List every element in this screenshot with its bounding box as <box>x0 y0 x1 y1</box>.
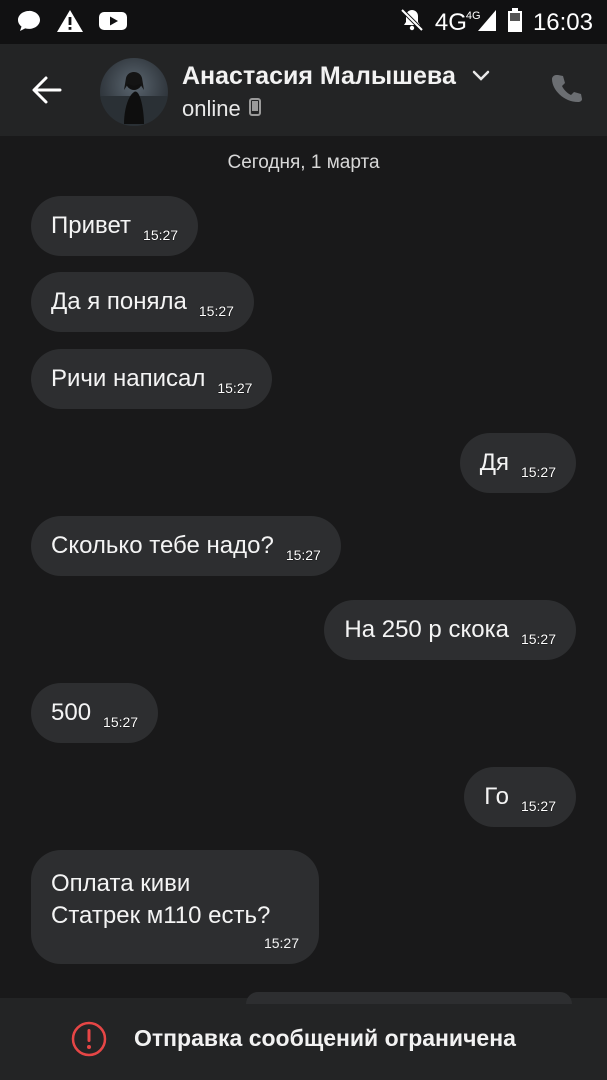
message-bubble-outgoing-partial <box>246 992 572 1004</box>
message-list[interactable]: Сегодня, 1 марта Привет 15:27 Да я поняла… <box>0 136 607 998</box>
arrow-left-icon <box>32 76 62 104</box>
youtube-icon <box>98 9 128 37</box>
message-text: На 250 р скока <box>344 616 509 643</box>
message-time: 15:27 <box>520 464 556 480</box>
message-icon <box>16 8 42 38</box>
presence-status: online <box>182 96 261 122</box>
message-text-line: Статрек м110 есть? <box>51 902 271 929</box>
message-time: 15:27 <box>103 714 139 730</box>
message-time: 15:27 <box>520 798 556 814</box>
message-bubble-outgoing[interactable]: На 250 р скока 15:27 <box>324 600 576 660</box>
message-bubble-incoming[interactable]: Сколько тебе надо? 15:27 <box>31 516 341 576</box>
avatar-silhouette-icon <box>100 72 168 126</box>
message-text: 500 <box>51 699 92 726</box>
contact-name[interactable]: Анастасия Малышева <box>182 62 456 91</box>
clock: 16:03 <box>532 9 593 36</box>
message-text: Привет <box>51 212 132 239</box>
message-time: 15:27 <box>285 547 321 563</box>
message-time: 15:27 <box>198 303 234 319</box>
presence-label: online <box>182 96 241 121</box>
call-button[interactable] <box>550 72 582 108</box>
message-bubble-incoming[interactable]: Привет 15:27 <box>31 196 199 256</box>
chevron-down-icon[interactable] <box>470 68 492 88</box>
battery-icon <box>507 7 523 39</box>
status-bar-left <box>16 8 128 38</box>
bell-off-icon <box>399 7 425 39</box>
message-time: 15:27 <box>143 227 179 243</box>
message-bubble-incoming[interactable]: Оплата киви Статрек м110 есть? 15:27 <box>31 850 319 964</box>
mobile-device-icon <box>248 96 261 122</box>
warning-icon <box>56 8 84 38</box>
message-text-line: Оплата киви <box>51 870 191 897</box>
message-text: Го <box>484 783 509 810</box>
message-text: Ричи написал <box>51 365 206 392</box>
restriction-text: Отправка сообщений ограничена <box>134 1025 516 1051</box>
alert-circle-icon <box>70 1020 108 1062</box>
message-bubble-incoming[interactable]: Ричи написал 15:27 <box>31 349 273 409</box>
phone-icon <box>552 75 582 102</box>
message-time: 15:27 <box>263 935 299 951</box>
message-bubble-incoming[interactable]: 500 15:27 <box>31 683 159 743</box>
message-text: Сколько тебе надо? <box>51 532 274 559</box>
back-button[interactable] <box>28 72 64 108</box>
message-bubble-incoming[interactable]: Да я поняла 15:27 <box>31 272 254 332</box>
message-time: 15:27 <box>217 380 253 396</box>
network-type: 4G 4G <box>434 9 481 36</box>
message-time: 15:27 <box>520 631 556 647</box>
status-bar: 4G 4G 16:03 <box>0 0 607 44</box>
avatar[interactable] <box>100 58 168 126</box>
message-text: Дя <box>479 449 509 476</box>
message-bubble-outgoing[interactable]: Го 15:27 <box>464 767 576 827</box>
status-bar-right: 4G 4G 16:03 <box>399 7 593 39</box>
message-bubble-outgoing[interactable]: Дя 15:27 <box>459 433 576 493</box>
restriction-bar: Отправка сообщений ограничена <box>0 992 607 1080</box>
chat-header: Анастасия Малышева online <box>0 44 607 136</box>
message-text: Да я поняла <box>51 288 187 315</box>
date-separator: Сегодня, 1 марта <box>227 152 380 173</box>
